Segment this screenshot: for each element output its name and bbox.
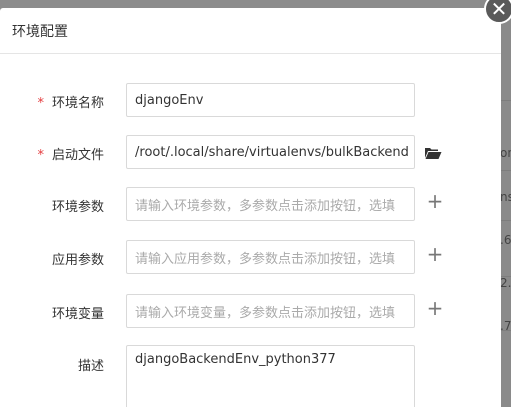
background-row-divider <box>500 220 511 221</box>
background-row-divider <box>500 100 511 101</box>
app-params-row: 应用参数 请输入应用参数，多参数点击添加按钮，选填 + <box>0 240 501 274</box>
env-vars-input[interactable]: 请输入环境变量，多参数点击添加按钮，选填 <box>126 294 415 328</box>
add-app-param-icon[interactable]: + <box>424 243 446 265</box>
env-params-row: 环境参数 请输入环境参数，多参数点击添加按钮，选填 + <box>0 187 501 221</box>
env-name-input[interactable]: djangoEnv <box>126 83 415 117</box>
env-name-row: * 环境名称 djangoEnv <box>0 83 501 117</box>
background-text: 2.7 <box>500 276 511 290</box>
environment-config-dialog: 环境配置 * 环境名称 djangoEnv * 启动文件 /root/.local/… <box>0 8 501 407</box>
required-mark: * <box>37 148 44 163</box>
background-text: .7 <box>500 319 511 333</box>
folder-open-icon[interactable] <box>424 145 442 164</box>
env-vars-label: 环境变量 <box>51 307 104 322</box>
required-mark: * <box>37 96 44 111</box>
dialog-header: 环境配置 <box>0 8 501 54</box>
env-name-label: * 环境名称 <box>20 92 104 111</box>
env-params-input[interactable]: 请输入环境参数，多参数点击添加按钮，选填 <box>126 187 415 221</box>
add-env-param-icon[interactable]: + <box>424 190 446 212</box>
background-row-divider <box>500 170 511 171</box>
startup-file-label-text: 启动文件 <box>51 148 104 163</box>
dialog-title: 环境配置 <box>12 23 68 40</box>
background-text: .6 <box>500 233 511 247</box>
background-text: ns <box>500 190 511 204</box>
startup-file-label: * 启动文件 <box>20 144 104 163</box>
startup-file-input[interactable]: /root/.local/share/virtualenvs/bulkBacke… <box>126 135 415 169</box>
env-name-label-text: 环境名称 <box>51 96 104 111</box>
add-env-var-icon[interactable]: + <box>424 297 446 319</box>
description-textarea[interactable]: djangoBackendEnv_python377 <box>126 345 415 407</box>
env-vars-row: 环境变量 请输入环境变量，多参数点击添加按钮，选填 + <box>0 294 501 328</box>
background-text: on <box>500 146 511 160</box>
description-label: 描述 <box>77 359 104 374</box>
app-params-input[interactable]: 请输入应用参数，多参数点击添加按钮，选填 <box>126 240 415 274</box>
app-params-label: 应用参数 <box>51 253 104 268</box>
env-params-label: 环境参数 <box>51 200 104 215</box>
startup-file-row: * 启动文件 /root/.local/share/virtualenvs/bul… <box>0 135 501 169</box>
